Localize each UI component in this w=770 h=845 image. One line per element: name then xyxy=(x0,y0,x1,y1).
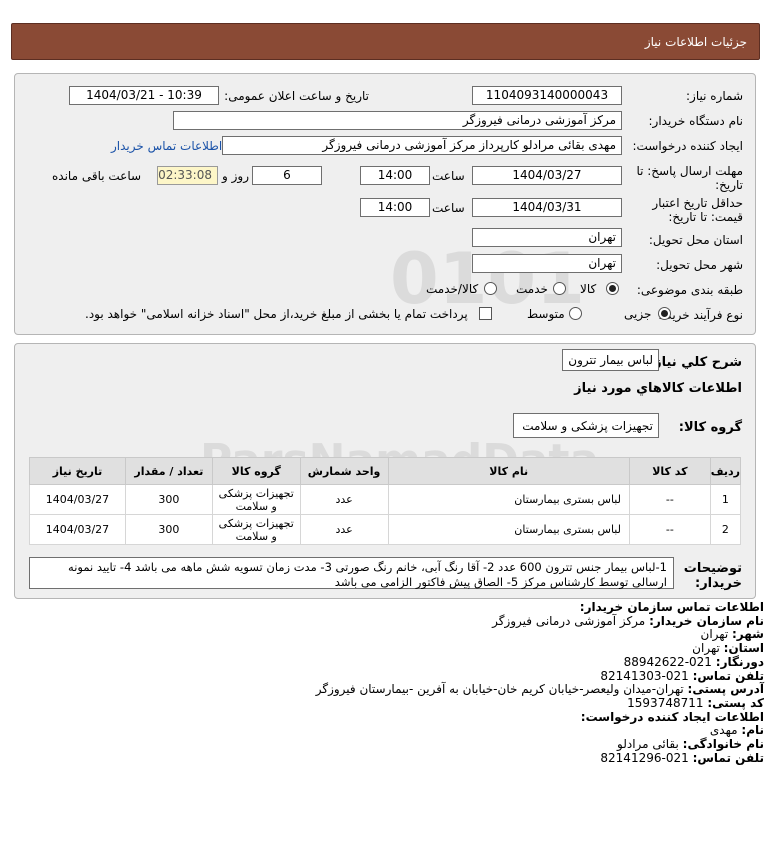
category-radio-service[interactable] xyxy=(553,282,566,295)
process-option-minor: جزیی xyxy=(624,307,652,321)
deadline-time-field: 14:00 xyxy=(360,166,430,185)
cell-unit: عدد xyxy=(299,514,389,545)
days-field: 6 xyxy=(252,166,322,185)
postal-value: 1593748711 xyxy=(627,695,704,710)
cell-qty: 300 xyxy=(124,514,213,545)
contact-province-label: استان: xyxy=(723,641,764,656)
need-number-label: شماره نیاز: xyxy=(686,89,743,103)
address-label: آدرس پستی: xyxy=(687,682,764,697)
page-header: جزئیات اطلاعات نیاز xyxy=(11,23,760,60)
creator-label: ایجاد کننده درخواست: xyxy=(632,139,743,153)
buyer-notes-label-2: خریدار: xyxy=(695,576,742,591)
cell-row: 1 xyxy=(709,484,742,515)
need-desc-field: لباس بیمار تترون xyxy=(562,349,659,371)
deadline-time-label: ساعت xyxy=(432,169,465,183)
phone-value: 021-82141303 xyxy=(600,668,689,683)
days-label: روز و xyxy=(222,169,249,183)
need-desc-label: شرح کلي نياز: xyxy=(648,355,742,370)
cell-group: تجهیزات پزشکی و سلامت xyxy=(211,484,301,515)
remaining-time-field: 02:33:08 xyxy=(157,166,218,185)
remaining-label: ساعت باقی مانده xyxy=(52,169,142,183)
postal-label: کد پستی: xyxy=(707,695,764,710)
city-label: شهر محل تحویل: xyxy=(656,258,743,272)
page-title: جزئیات اطلاعات نیاز xyxy=(644,35,747,49)
fax-value: 021-88942622 xyxy=(623,654,712,669)
deadline-label-2: تاریخ: xyxy=(715,178,743,192)
category-option-service: خدمت xyxy=(516,282,548,296)
validity-time-field: 14:00 xyxy=(360,198,430,217)
col-code: کد کالا xyxy=(628,457,711,485)
cell-unit: عدد xyxy=(299,484,389,515)
cell-code: -- xyxy=(628,514,711,545)
goods-group-field: تجهیزات پزشکی و سلامت xyxy=(513,413,659,438)
creator-info-title: اطلاعات ایجاد کننده درخواست: xyxy=(580,709,764,724)
cell-code: -- xyxy=(628,484,711,515)
buyer-org-label: نام دستگاه خریدار: xyxy=(648,114,744,128)
col-date: تاریخ نیاز xyxy=(29,457,126,485)
buyer-notes-box: 1-لباس بیمار جنس تترون 600 عدد 2- آقا رن… xyxy=(29,557,674,589)
goods-group-label: گروه كالا: xyxy=(678,420,742,435)
table-row: 1 -- لباس بستری بیمارستان عدد تجهیزات پز… xyxy=(29,484,742,515)
treasury-checkbox[interactable] xyxy=(479,307,492,320)
contact-province-value: تهران xyxy=(692,641,720,656)
goods-info-title: اطلاعات كالاهاي مورد نياز xyxy=(574,381,742,396)
province-field: تهران xyxy=(472,228,622,247)
col-unit: واحد شمارش xyxy=(299,457,389,485)
province-label: استان محل تحویل: xyxy=(648,233,743,247)
cell-qty: 300 xyxy=(124,484,213,515)
name-value: مهدی xyxy=(709,723,738,738)
phone-label: تلفن تماس: xyxy=(692,668,764,683)
col-group: گروه کالا xyxy=(211,457,301,485)
contact-city-label: شهر: xyxy=(732,627,764,642)
validity-time-label: ساعت xyxy=(432,201,465,215)
announce-label: تاریخ و ساعت اعلان عمومی: xyxy=(224,89,369,103)
category-radio-goods[interactable] xyxy=(606,282,619,295)
table-row: 2 -- لباس بستری بیمارستان عدد تجهیزات پز… xyxy=(29,514,742,545)
process-radio-minor[interactable] xyxy=(658,307,671,320)
cell-group: تجهیزات پزشکی و سلامت xyxy=(211,514,301,545)
col-name: نام کالا xyxy=(387,457,630,485)
goods-table: ردیف کد کالا نام کالا واحد شمارش گروه کا… xyxy=(29,457,742,545)
validity-date-field: 1404/03/31 xyxy=(472,198,622,217)
name-label: نام: xyxy=(741,723,764,738)
category-option-goods: کالا xyxy=(580,282,597,296)
cell-date: 1404/03/27 xyxy=(29,514,126,545)
category-label: طبقه بندی موضوعی: xyxy=(636,283,743,297)
cell-row: 2 xyxy=(709,514,742,545)
buyer-contact-link[interactable]: اطلاعات تماس خریدار xyxy=(111,139,222,153)
cell-name: لباس بستری بیمارستان xyxy=(387,484,630,515)
family-label: نام خانوادگی: xyxy=(682,737,764,752)
category-option-goods-service: کالا/خدمت xyxy=(426,282,479,296)
col-qty: تعداد / مقدار xyxy=(124,457,213,485)
contact-title: اطلاعات تماس سازمان خریدار: xyxy=(579,600,764,614)
deadline-date-field: 1404/03/27 xyxy=(472,166,622,185)
col-row: ردیف xyxy=(709,457,742,485)
need-number-field: 1104093140000043 xyxy=(472,86,622,105)
process-radio-medium[interactable] xyxy=(569,307,582,320)
fax-label: دورنگار: xyxy=(715,654,764,669)
validity-label-2: قیمت: تا تاریخ: xyxy=(668,210,743,224)
org-label: نام سازمان خریدار: xyxy=(649,613,764,628)
category-radio-goods-service[interactable] xyxy=(484,282,497,295)
contact-section: اطلاعات تماس سازمان خریدار: نام سازمان خ… xyxy=(4,600,764,765)
cell-date: 1404/03/27 xyxy=(29,484,126,515)
address-value: تهران-میدان ولیعصر-خیابان کریم خان-خیابا… xyxy=(315,682,684,697)
process-option-medium: متوسط xyxy=(527,307,565,321)
creator-phone-value: 021-82141296 xyxy=(600,750,689,765)
process-label: نوع فرآیند خرید : xyxy=(658,308,743,322)
deadline-label-1: مهلت ارسال پاسخ: تا xyxy=(636,164,743,178)
buyer-org-field: مرکز آموزشی درمانی فیروزگر xyxy=(173,111,622,130)
org-value: مرکز آموزشی درمانی فیروزگر xyxy=(492,613,646,628)
contact-city-value: تهران xyxy=(700,627,729,642)
creator-field: مهدی بقائی مرادلو کارپرداز مرکز آموزشی د… xyxy=(222,136,622,155)
family-value: بقائی مرادلو xyxy=(617,737,679,752)
payment-note: پرداخت تمام یا بخشی از مبلغ خرید،از محل … xyxy=(85,307,468,321)
creator-phone-label: تلفن تماس: xyxy=(692,750,764,765)
cell-name: لباس بستری بیمارستان xyxy=(387,514,630,545)
city-field: تهران xyxy=(472,254,622,273)
table-header-row: ردیف کد کالا نام کالا واحد شمارش گروه کا… xyxy=(29,457,742,485)
buyer-notes-label-1: توضیحات xyxy=(683,561,742,576)
validity-label-1: حداقل تاریخ اعتبار xyxy=(652,196,743,210)
announce-field: 1404/03/21 - 10:39 xyxy=(69,86,219,105)
